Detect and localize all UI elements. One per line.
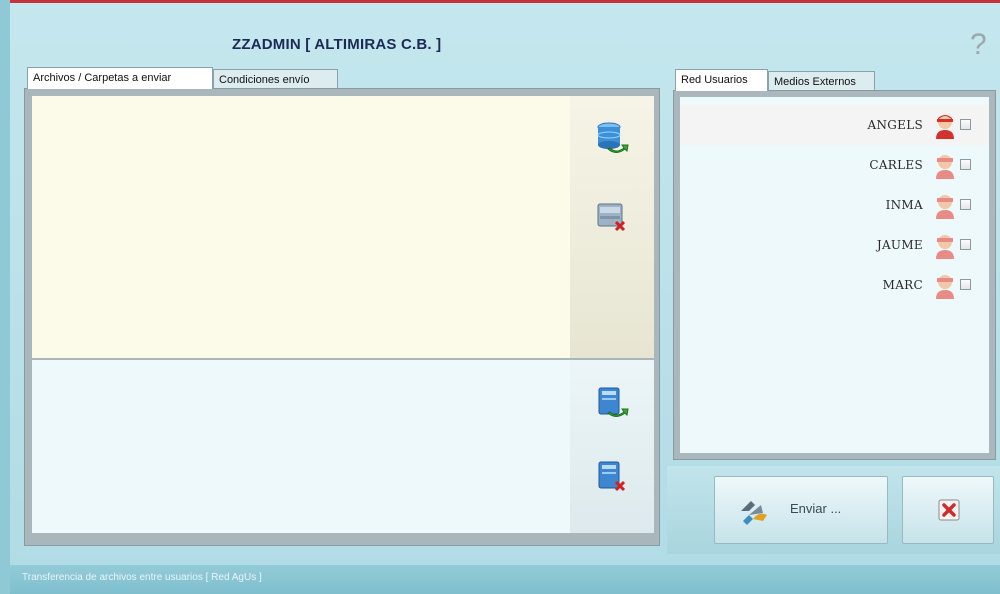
user-avatar-icon xyxy=(936,275,954,299)
user-avatar-icon xyxy=(936,155,954,179)
user-checkbox[interactable] xyxy=(960,279,971,290)
server-add-icon[interactable] xyxy=(592,382,632,422)
user-row-marc[interactable]: MARC xyxy=(680,265,989,305)
user-row-jaume[interactable]: JAUME xyxy=(680,225,989,265)
close-icon xyxy=(938,499,960,521)
user-name: CARLES xyxy=(869,158,923,172)
user-name: INMA xyxy=(885,198,923,212)
user-name: MARC xyxy=(882,278,923,292)
tab-files-to-send[interactable]: Archivos / Carpetas a enviar xyxy=(27,67,213,89)
user-avatar-icon xyxy=(936,195,954,219)
users-panel: ANGELS CARLES INMA JAUME MARC xyxy=(673,90,996,460)
send-button[interactable]: Enviar ... xyxy=(714,476,888,544)
user-avatar-icon xyxy=(936,115,954,139)
users-list: ANGELS CARLES INMA JAUME MARC xyxy=(680,97,989,453)
user-name: JAUME xyxy=(876,238,923,252)
files-list[interactable] xyxy=(32,360,570,533)
user-checkbox[interactable] xyxy=(960,159,971,170)
database-remove-icon[interactable] xyxy=(592,196,632,236)
send-label: Enviar ... xyxy=(790,501,842,516)
tab-medios-externos[interactable]: Medios Externos xyxy=(768,71,875,91)
tab-send-conditions[interactable]: Condiciones envío xyxy=(213,69,338,89)
app-window: ZZADMIN [ ALTIMIRAS C.B. ] ? Archivos / … xyxy=(0,0,1000,594)
user-avatar-icon xyxy=(936,235,954,259)
database-add-icon[interactable] xyxy=(592,118,632,158)
help-icon[interactable]: ? xyxy=(970,28,987,62)
files-button-column xyxy=(570,360,654,533)
user-row-carles[interactable]: CARLES xyxy=(680,145,989,185)
window-left-border xyxy=(0,0,10,594)
server-remove-icon[interactable] xyxy=(592,456,632,496)
folders-button-column xyxy=(570,96,654,358)
folders-list[interactable] xyxy=(32,96,570,358)
user-checkbox[interactable] xyxy=(960,119,971,130)
user-checkbox[interactable] xyxy=(960,239,971,250)
tab-red-usuarios[interactable]: Red Usuarios xyxy=(675,69,768,91)
close-button[interactable] xyxy=(902,476,994,544)
window-top-border xyxy=(0,0,1000,3)
user-row-inma[interactable]: INMA xyxy=(680,185,989,225)
status-bar: Transferencia de archivos entre usuarios… xyxy=(10,565,1000,594)
user-row-angels[interactable]: ANGELS xyxy=(680,105,989,145)
files-panel xyxy=(24,88,660,546)
user-name: ANGELS xyxy=(867,118,923,132)
status-text: Transferencia de archivos entre usuarios… xyxy=(22,572,262,583)
send-arrows-icon xyxy=(741,501,767,525)
user-checkbox[interactable] xyxy=(960,199,971,210)
window-title: ZZADMIN [ ALTIMIRAS C.B. ] xyxy=(232,36,442,53)
